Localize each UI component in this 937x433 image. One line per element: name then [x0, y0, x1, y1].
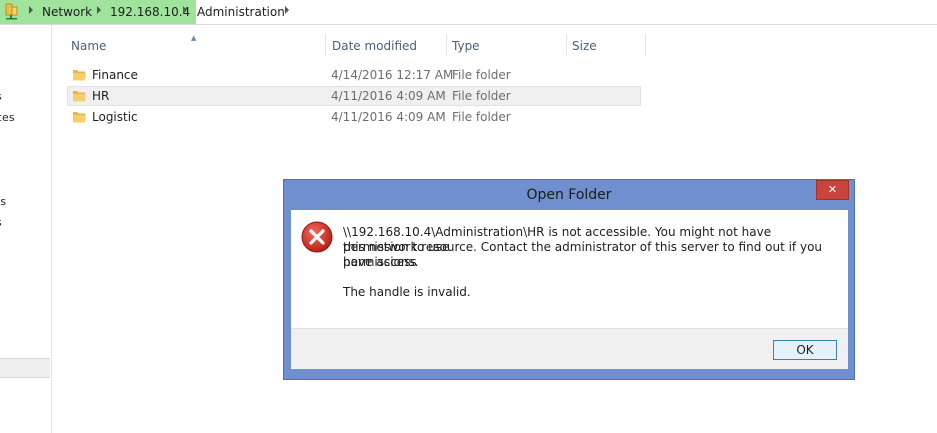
column-header-name[interactable]: Name — [71, 39, 106, 53]
network-icon — [5, 3, 18, 20]
dialog-title: Open Folder — [526, 187, 612, 203]
nav-item[interactable]: ts — [0, 195, 6, 208]
close-icon: ✕ — [827, 183, 838, 196]
sort-ascending-icon: ▲ — [191, 34, 197, 42]
file-name: Logistic — [92, 110, 138, 124]
file-date: 4/14/2016 12:17 AM — [331, 68, 454, 82]
nav-item[interactable]: ces — [0, 111, 15, 124]
column-header-type[interactable]: Type — [452, 39, 480, 53]
close-button[interactable]: ✕ — [816, 180, 849, 200]
column-divider[interactable] — [566, 34, 567, 56]
column-divider[interactable] — [446, 34, 447, 56]
column-divider[interactable] — [645, 34, 646, 56]
folder-icon — [73, 70, 86, 81]
file-type: File folder — [452, 68, 511, 82]
file-type: File folder — [452, 89, 511, 103]
folder-icon — [73, 91, 86, 102]
open-folder-dialog: Open Folder ✕ \\192.168.10.4\Administrat… — [283, 179, 855, 380]
column-header-date-modified[interactable]: Date modified — [332, 39, 417, 53]
nav-horizontal-scrollbar[interactable] — [0, 358, 50, 378]
column-divider[interactable] — [325, 34, 326, 56]
breadcrumb-chevron-icon[interactable] — [285, 6, 289, 14]
file-name: Finance — [92, 68, 138, 82]
address-bar[interactable]: Network 192.168.10.4 Administration — [0, 0, 937, 25]
nav-item[interactable]: s — [0, 90, 2, 103]
error-icon — [301, 221, 333, 253]
ok-button[interactable]: OK — [773, 340, 837, 360]
column-header-size[interactable]: Size — [572, 39, 597, 53]
file-row-hr[interactable]: HR 4/11/2016 4:09 AM File folder — [67, 86, 641, 106]
folder-icon — [73, 112, 86, 123]
navigation-pane: s ces ts s — [0, 25, 52, 433]
dialog-footer: OK — [291, 328, 848, 369]
breadcrumb-administration[interactable]: Administration — [197, 5, 285, 19]
breadcrumb-chevron-icon[interactable] — [97, 6, 101, 14]
error-message-line: permissions. — [343, 255, 419, 269]
file-date: 4/11/2016 4:09 AM — [331, 89, 446, 103]
file-row-logistic[interactable]: Logistic 4/11/2016 4:09 AM File folder — [67, 107, 641, 127]
breadcrumb-network[interactable]: Network — [42, 5, 92, 19]
breadcrumb-chevron-icon[interactable] — [29, 6, 33, 14]
breadcrumb-ip[interactable]: 192.168.10.4 — [110, 5, 190, 19]
breadcrumb-chevron-icon[interactable] — [183, 6, 187, 14]
error-detail: The handle is invalid. — [343, 285, 471, 299]
dialog-body: \\192.168.10.4\Administration\HR is not … — [291, 210, 848, 328]
file-row-finance[interactable]: Finance 4/14/2016 12:17 AM File folder — [67, 65, 641, 85]
file-date: 4/11/2016 4:09 AM — [331, 110, 446, 124]
file-type: File folder — [452, 110, 511, 124]
nav-item[interactable]: s — [0, 216, 2, 229]
file-name: HR — [92, 89, 110, 103]
